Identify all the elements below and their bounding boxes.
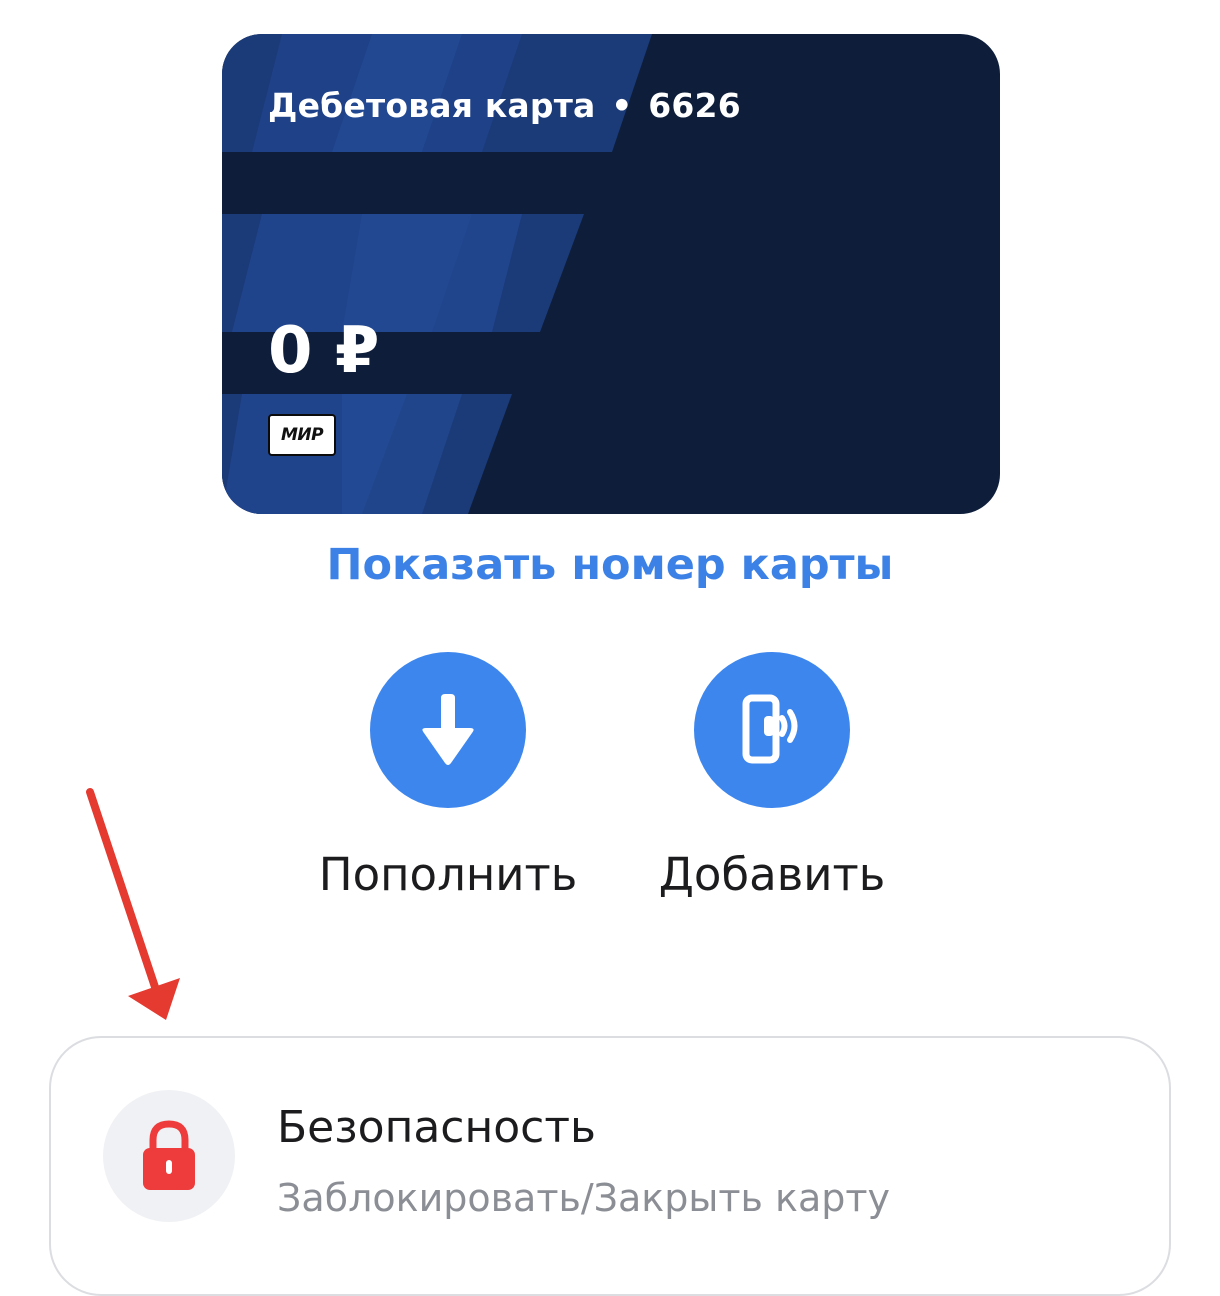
show-card-number-link[interactable]: Показать номер карты — [0, 540, 1220, 590]
card-balance: 0 ₽ — [268, 314, 380, 388]
arrow-down-icon — [422, 694, 474, 765]
lock-icon — [143, 1120, 195, 1190]
mir-logo: МИР — [268, 414, 336, 456]
security-subtitle: Заблокировать/Закрыть карту — [277, 1176, 890, 1220]
topup-button[interactable] — [370, 652, 526, 808]
card-type-label: Дебетовая карта — [268, 86, 596, 125]
lock-icon-container — [103, 1090, 235, 1222]
card-number-separator: • — [611, 86, 633, 125]
add-button[interactable] — [694, 652, 850, 808]
add-label: Добавить — [658, 848, 886, 901]
annotation-arrow-icon — [86, 788, 180, 1020]
topup-action[interactable]: Пополнить — [308, 652, 588, 901]
card-title: Дебетовая карта • 6626 — [268, 86, 741, 125]
debit-card[interactable]: Дебетовая карта • 6626 0 ₽ МИР — [222, 34, 1000, 514]
add-action[interactable]: Добавить — [632, 652, 912, 901]
security-item[interactable]: Безопасность Заблокировать/Закрыть карту — [51, 1038, 1169, 1260]
contactless-phone-icon — [742, 694, 798, 764]
card-settings-panel: Безопасность Заблокировать/Закрыть карту — [49, 1036, 1171, 1296]
security-title: Безопасность — [277, 1102, 596, 1153]
topup-label: Пополнить — [318, 848, 578, 901]
card-last-digits: 6626 — [648, 86, 741, 125]
